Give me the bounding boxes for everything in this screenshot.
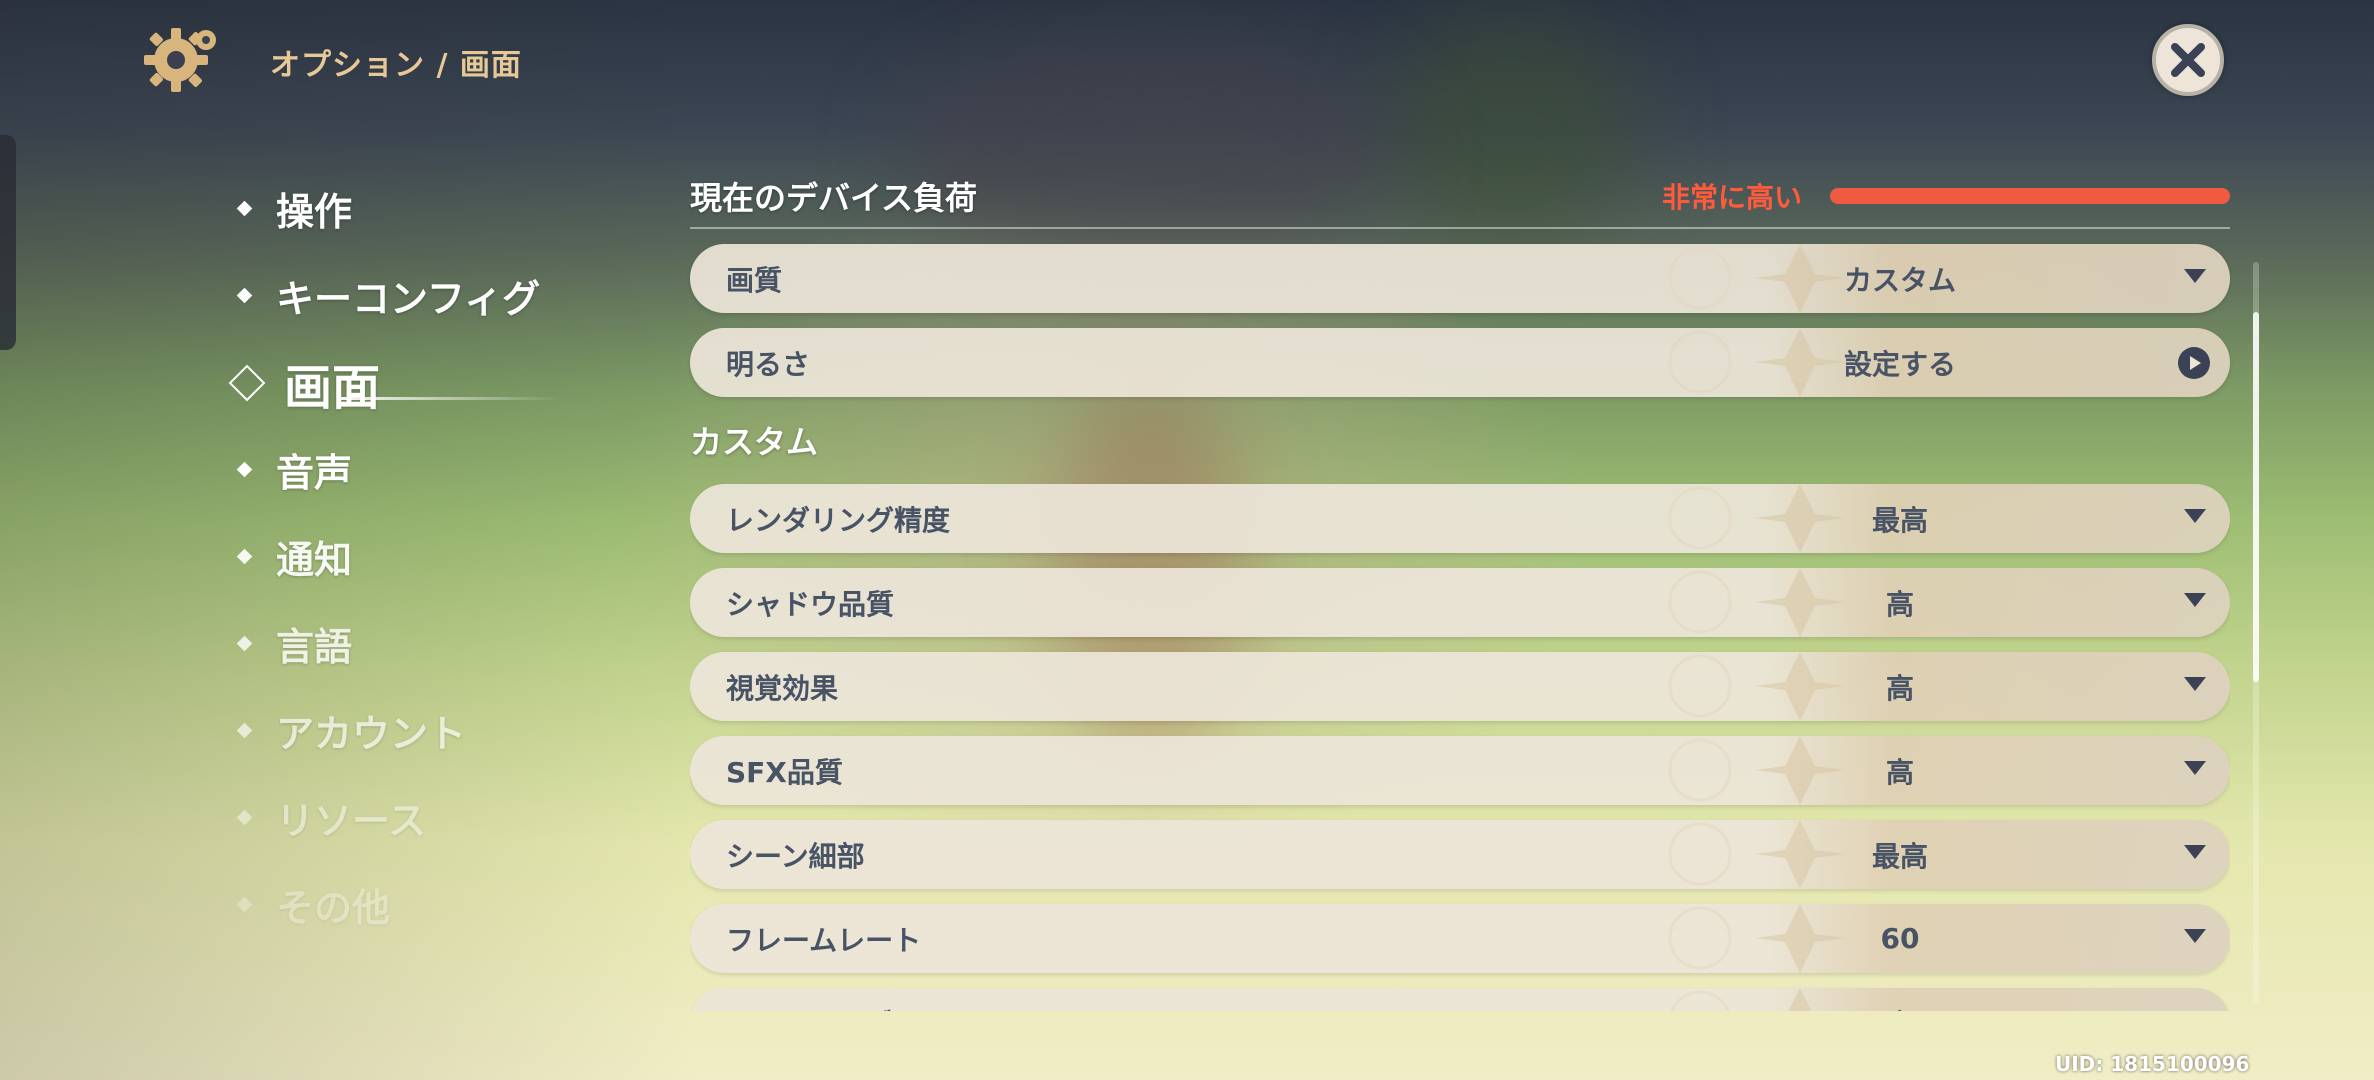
nav-item-language[interactable]: 言語 (230, 600, 650, 687)
device-load-status: 非常に高い (1661, 181, 1802, 214)
nav-item-label: 通知 (276, 538, 353, 582)
nav-item-controls[interactable]: 操作 (230, 165, 650, 252)
row-value: 最高 (1871, 503, 1928, 537)
diamond-bullet-icon (236, 461, 253, 478)
shadow-quality-row[interactable]: シャドウ品質 高 (690, 568, 2230, 637)
dropdown-arrow-icon (2184, 677, 2206, 691)
row-value: 高 (1885, 671, 1914, 705)
header: オプション / 画面 (0, 0, 2374, 110)
diamond-bullet-icon (236, 722, 253, 739)
row-value: 最高 (1871, 839, 1928, 873)
diamond-bullet-icon (236, 896, 253, 913)
sfx-quality-row[interactable]: SFX品質 高 (690, 736, 2230, 805)
device-load-header: 現在のデバイス負荷 非常に高い (690, 165, 2230, 229)
nav-item-label: 操作 (276, 190, 353, 234)
brightness-row[interactable]: 明るさ 設定する (690, 328, 2230, 397)
diamond-bullet-icon (236, 200, 253, 217)
nav-item-label: 画面 (284, 359, 381, 416)
dropdown-arrow-icon (2184, 761, 2206, 775)
row-value: 高 (1740, 1003, 2060, 1012)
diamond-bullet-icon (236, 287, 253, 304)
frame-rate-row[interactable]: フレームレート 60 (690, 904, 2230, 973)
dropdown-arrow-icon (2184, 593, 2206, 607)
graphics-quality-row[interactable]: 画質 カスタム (690, 244, 2230, 313)
play-arrow-icon (2178, 347, 2210, 379)
row-value: 60 (1880, 922, 1920, 955)
device-load-meter: 非常に高い (1662, 176, 2230, 216)
nav-item-graphics[interactable]: 画面 (228, 339, 650, 426)
nav-item-resources[interactable]: リソース (230, 774, 650, 861)
nav-item-audio[interactable]: 音声 (230, 426, 650, 513)
rendering-resolution-row[interactable]: レンダリング精度 最高 (690, 484, 2230, 553)
gear-icon (140, 22, 230, 97)
visual-effects-row[interactable]: 視覚効果 高 (690, 652, 2230, 721)
uid-label: UID: 1815100096 (2055, 1052, 2250, 1076)
custom-settings-list: レンダリング精度 最高 シャドウ品質 高 視覚効果 高 SFX品質 高 シーン細… (690, 469, 2230, 1011)
nav-item-label: その他 (276, 886, 391, 930)
nav-item-label: 言語 (276, 625, 353, 669)
close-button[interactable] (2152, 24, 2224, 96)
scrollbar-thumb[interactable] (2253, 312, 2259, 682)
device-load-fill (1830, 188, 2230, 204)
nav-item-label: リソース (276, 799, 427, 843)
row-value: 高 (1885, 755, 1914, 789)
dropdown-arrow-icon (2184, 845, 2206, 859)
nav-item-other[interactable]: その他 (230, 861, 650, 948)
settings-nav: 操作 キーコンフィグ 画面 音声 通知 言語 アカウント リソース その他 (228, 165, 650, 948)
dropdown-arrow-icon (2184, 509, 2206, 523)
settings-panel: 現在のデバイス負荷 非常に高い 画質 カスタム 明るさ 設定する カスタム レン… (690, 165, 2230, 1011)
device-load-bar (1830, 188, 2230, 204)
nav-item-label: 音声 (276, 451, 353, 495)
row-value: 高 (1885, 587, 1914, 621)
nav-item-notifications[interactable]: 通知 (230, 513, 650, 600)
custom-section-title: カスタム (690, 423, 819, 461)
selection-glow (340, 397, 560, 400)
dropdown-arrow-icon (2184, 929, 2206, 943)
device-load-title: 現在のデバイス負荷 (690, 179, 978, 217)
diamond-bullet-icon (236, 635, 253, 652)
motion-blur-row[interactable]: モーションブラー 高 (690, 988, 2230, 1011)
nav-item-label: キーコンフィグ (276, 277, 541, 321)
nav-item-label: アカウント (276, 712, 467, 756)
settings-scrollbar[interactable] (2253, 262, 2259, 1002)
selected-diamond-icon (228, 364, 266, 401)
row-value: 設定する (1843, 347, 1956, 381)
side-handle[interactable] (0, 135, 16, 350)
breadcrumb: オプション / 画面 (270, 48, 522, 83)
diamond-bullet-icon (236, 548, 253, 565)
dropdown-arrow-icon (2184, 269, 2206, 283)
diamond-bullet-icon (236, 809, 253, 826)
row-value: カスタム (1843, 263, 1956, 297)
nav-item-account[interactable]: アカウント (230, 687, 650, 774)
close-icon (2171, 43, 2205, 77)
nav-item-keyconfig[interactable]: キーコンフィグ (230, 252, 650, 339)
scene-detail-row[interactable]: シーン細部 最高 (690, 820, 2230, 889)
